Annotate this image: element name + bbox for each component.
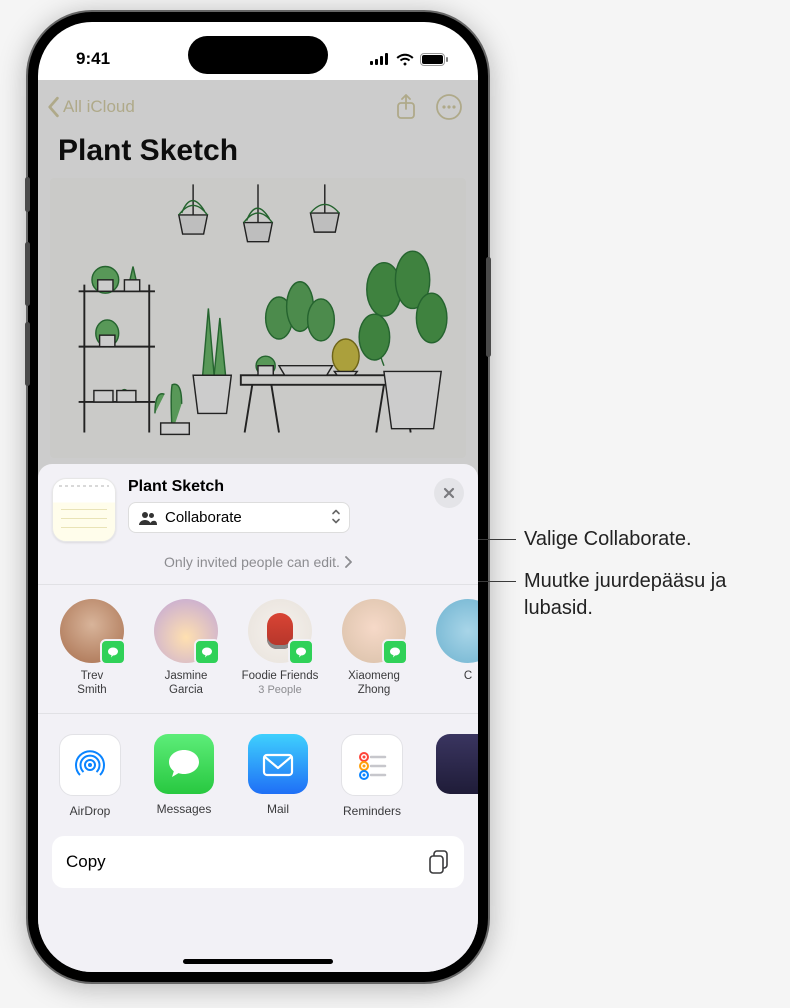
collaborate-label: Collaborate — [165, 509, 242, 526]
avatar — [154, 599, 218, 663]
contact-name: C — [464, 669, 472, 699]
contacts-row: Trev Smith Jasmine Garcia Foodie Friends… — [38, 585, 478, 714]
notes-app-icon — [52, 478, 116, 542]
phone-frame: 9:41 All iCloud Plant Sketch — [28, 12, 488, 982]
callout-text-2: Muutke juurdepääsu ja lubasid. — [524, 568, 764, 622]
close-button[interactable] — [434, 478, 464, 508]
sheet-title: Plant Sketch — [128, 478, 422, 496]
callout-text-1: Valige Collaborate. — [524, 526, 692, 553]
app-airdrop[interactable]: AirDrop — [54, 734, 126, 818]
contact-trev-smith[interactable]: Trev Smith — [52, 599, 132, 699]
wifi-icon — [396, 53, 414, 66]
apps-row: AirDrop Messages Mail — [38, 714, 478, 836]
contact-name: Xiaomeng Zhong — [348, 669, 400, 699]
share-sheet: Plant Sketch Collaborate Only invited pe… — [38, 464, 478, 972]
status-right — [370, 53, 448, 66]
app-label: Mail — [267, 802, 289, 816]
contact-name: Foodie Friends3 People — [242, 669, 319, 699]
messages-badge-icon — [288, 639, 314, 665]
copy-icon — [428, 850, 450, 874]
app-label: Reminders — [343, 804, 401, 818]
messages-icon — [165, 745, 203, 783]
contact-foodie-friends[interactable]: Foodie Friends3 People — [240, 599, 320, 699]
permissions-button[interactable]: Only invited people can edit. — [38, 542, 478, 585]
messages-badge-icon — [100, 639, 126, 665]
copy-label: Copy — [66, 852, 106, 872]
app-mail[interactable]: Mail — [242, 734, 314, 818]
screen: 9:41 All iCloud Plant Sketch — [38, 22, 478, 972]
reminders-icon — [353, 746, 391, 784]
airdrop-icon — [70, 745, 110, 785]
copy-action[interactable]: Copy — [52, 836, 464, 888]
volume-down-button — [25, 242, 30, 306]
silent-switch — [25, 322, 30, 386]
home-indicator — [183, 959, 333, 964]
app-reminders[interactable]: Reminders — [336, 734, 408, 818]
avatar — [436, 599, 478, 663]
avatar — [342, 599, 406, 663]
contact-more[interactable]: C — [428, 599, 478, 699]
cellular-icon — [370, 53, 390, 65]
battery-icon — [420, 53, 448, 66]
contact-name: Jasmine Garcia — [165, 669, 208, 699]
collaborate-dropdown[interactable]: Collaborate — [128, 502, 350, 533]
close-icon — [443, 487, 455, 499]
app-label: AirDrop — [70, 804, 111, 818]
chevron-up-down-icon — [331, 508, 341, 527]
app-more[interactable] — [430, 734, 478, 818]
power-button — [486, 257, 491, 357]
people-icon — [139, 511, 157, 525]
status-time: 9:41 — [76, 49, 110, 69]
avatar — [248, 599, 312, 663]
avatar — [60, 599, 124, 663]
contact-xiaomeng-zhong[interactable]: Xiaomeng Zhong — [334, 599, 414, 699]
mail-icon — [258, 744, 298, 784]
contact-jasmine-garcia[interactable]: Jasmine Garcia — [146, 599, 226, 699]
app-label: Messages — [157, 802, 212, 816]
contact-name: Trev Smith — [77, 669, 106, 699]
volume-up-button — [25, 177, 30, 212]
dynamic-island — [188, 36, 328, 74]
permissions-text: Only invited people can edit. — [164, 554, 340, 570]
messages-badge-icon — [194, 639, 220, 665]
messages-badge-icon — [382, 639, 408, 665]
app-messages[interactable]: Messages — [148, 734, 220, 818]
chevron-right-icon — [344, 556, 352, 568]
